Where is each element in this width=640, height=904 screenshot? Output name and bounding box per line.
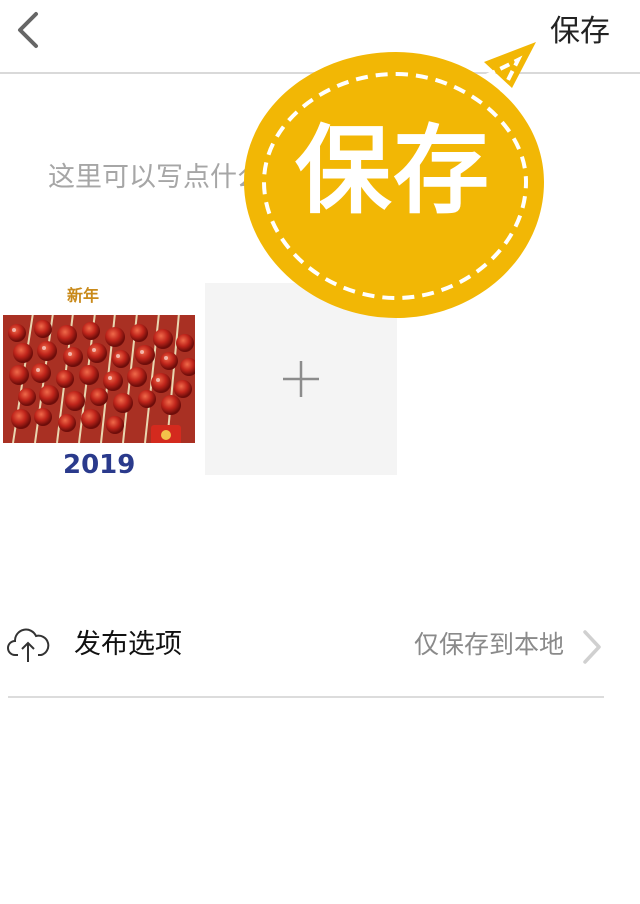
plus-icon <box>283 361 319 397</box>
cloud-upload-icon <box>7 628 50 662</box>
divider <box>8 696 604 698</box>
publish-options-row[interactable]: 发布选项 仅保存到本地 <box>0 605 640 687</box>
year-text: 2019 <box>63 450 135 475</box>
save-button[interactable]: 保存 <box>550 12 610 52</box>
tanghulu-photo: 新年 2019 <box>3 283 195 475</box>
chevron-left-icon <box>18 12 38 48</box>
publish-options-label: 发布选项 <box>74 629 182 660</box>
publish-options-value: 仅保存到本地 <box>413 630 564 659</box>
add-photo-button[interactable] <box>205 283 397 475</box>
caption-input[interactable]: 这里可以写点什么 <box>48 158 608 198</box>
badge-text: 新年 <box>67 286 99 305</box>
back-button[interactable] <box>10 6 50 54</box>
chevron-right-icon <box>583 630 601 664</box>
top-bar: 保存 <box>0 0 640 74</box>
photo-thumbnail[interactable]: 新年 2019 <box>3 283 195 475</box>
